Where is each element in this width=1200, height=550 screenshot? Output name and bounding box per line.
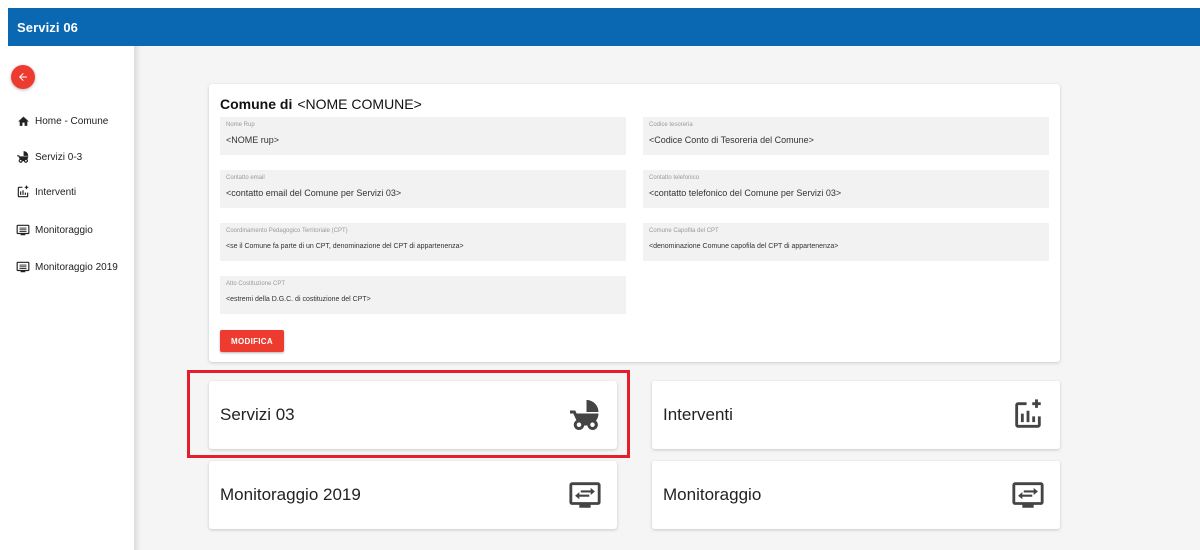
sidebar-item-label: Servizi 0-3 (35, 151, 83, 163)
field-contatto-email: Contatto email <contatto email del Comun… (220, 170, 626, 208)
field-label: Nome Rup (226, 122, 255, 128)
sidebar-item-monitoraggio[interactable]: Monitoraggio (16, 221, 93, 239)
field-label: Atto Costituzione CPT (226, 281, 286, 287)
field-atto-costituzione: Atto Costituzione CPT <estremi della D.G… (220, 276, 626, 314)
comune-title-prefix: Comune di (220, 96, 293, 112)
field-label: Contatto email (226, 175, 265, 181)
app-header: Servizi 06 (8, 8, 1200, 46)
comune-name: <NOME COMUNE> (297, 96, 422, 112)
field-value: <contatto email del Comune per Servizi 0… (226, 188, 402, 198)
field-value: <denominazione Comune capofila del CPT d… (649, 243, 839, 250)
monitor-icon (16, 260, 30, 274)
sidebar-item-label: Monitoraggio 2019 (35, 261, 118, 273)
field-value: <se il Comune fa parte di un CPT, denomi… (226, 243, 464, 250)
field-contatto-telefonico: Contatto telefonico <contatto telefonico… (643, 170, 1049, 208)
field-nome-rup: Nome Rup <NOME rup> (220, 117, 626, 155)
field-value: <NOME rup> (226, 135, 280, 145)
sidebar-item-interventi[interactable]: Interventi (16, 183, 76, 201)
interventi-icon (16, 185, 30, 199)
sidebar-item-home[interactable]: Home - Comune (16, 112, 108, 130)
modifica-button[interactable]: MODIFICA (220, 330, 284, 352)
sidebar-item-label: Interventi (35, 186, 77, 198)
tile-interventi[interactable]: Interventi (652, 381, 1060, 449)
app-title: Servizi 06 (17, 19, 78, 35)
stroller-icon (16, 150, 30, 164)
monitor-icon (16, 223, 30, 237)
sidebar-divider (134, 46, 141, 550)
sidebar-item-label: Monitoraggio (35, 224, 93, 236)
field-value: <estremi della D.G.C. di costituzione de… (226, 296, 371, 303)
monitor-icon (567, 477, 603, 513)
comune-info-card: Comune di <NOME COMUNE> Nome Rup <NOME ru… (209, 84, 1060, 362)
tile-label: Interventi (663, 405, 733, 424)
field-label: Codice tesoreria (649, 122, 693, 128)
field-value: <Codice Conto di Tesoreria del Comune> (649, 135, 814, 145)
sidebar-item-servizi[interactable]: Servizi 0-3 (16, 148, 82, 166)
comune-title: Comune di <NOME COMUNE> (220, 96, 422, 112)
arrow-left-icon (19, 73, 27, 81)
monitor-icon (1010, 477, 1046, 513)
highlight-frame (187, 370, 630, 458)
field-label: Coordinamento Pedagogico Territoriale (C… (226, 228, 348, 234)
field-comune-capofila: Comune Capofila del CPT <denominazione C… (643, 223, 1049, 261)
interventi-icon (1010, 397, 1046, 433)
home-icon (16, 114, 30, 128)
tile-monitoraggio[interactable]: Monitoraggio (652, 461, 1060, 529)
field-cpt: Coordinamento Pedagogico Territoriale (C… (220, 223, 626, 261)
sidebar-item-monitoraggio-2019[interactable]: Monitoraggio 2019 (16, 258, 118, 276)
sidebar: Home - Comune Servizi 0-3 Interventi Mon… (8, 46, 134, 550)
tile-label: Monitoraggio (663, 485, 762, 504)
tile-monitoraggio-2019[interactable]: Monitoraggio 2019 (209, 461, 617, 529)
sidebar-item-label: Home - Comune (35, 115, 109, 127)
back-button[interactable] (11, 65, 35, 89)
tile-label: Monitoraggio 2019 (220, 485, 361, 504)
field-label: Comune Capofila del CPT (649, 228, 719, 234)
field-codice-tesoreria: Codice tesoreria <Codice Conto di Tesore… (643, 117, 1049, 155)
field-value: <contatto telefonico del Comune per Serv… (649, 188, 842, 198)
field-label: Contatto telefonico (649, 175, 700, 181)
